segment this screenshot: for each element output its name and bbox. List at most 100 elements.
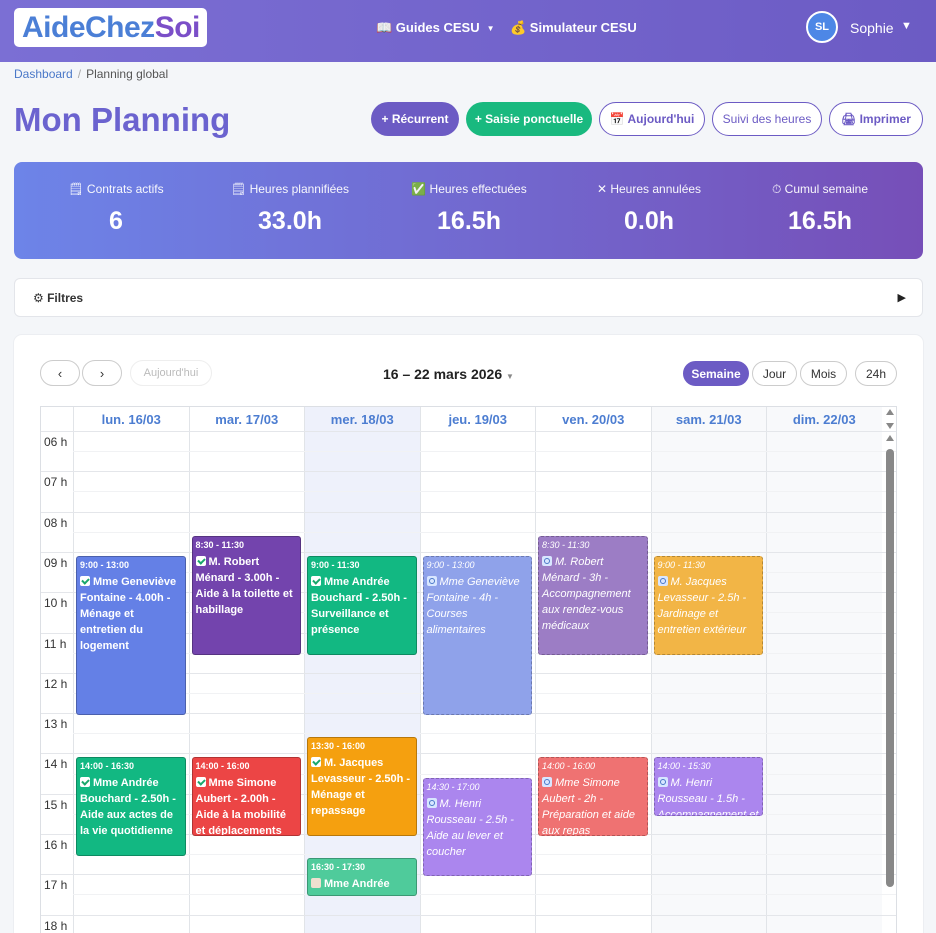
add-recurrent-button[interactable]: + Récurrent (371, 102, 459, 136)
repeat-icon (426, 797, 437, 808)
breadcrumb-dashboard[interactable]: Dashboard (14, 67, 73, 81)
view-jour[interactable]: Jour (752, 361, 797, 386)
chevron-down-icon[interactable]: ▼ (901, 20, 912, 32)
event-description: M. Jacques Levasseur - 2.5h - Jardinage … (657, 574, 760, 638)
event-text: Mme Andrée Bouchard - 1.00h (311, 878, 400, 895)
calendar-event[interactable]: 14:30 - 17:00 M. Henri Rousseau - 2.5h - … (422, 777, 532, 877)
event-text: M. Robert Ménard - 3h - Accompagnement a… (542, 555, 631, 632)
date-range-selector[interactable]: 16 – 22 mars 2026 ▼ (383, 366, 514, 382)
date-range-label: 16 – 22 mars 2026 (383, 366, 503, 382)
calendar-event[interactable]: 14:00 - 16:00 Mme Simone Aubert - 2.00h -… (191, 757, 301, 836)
day-header[interactable]: sam. 21/03 (652, 412, 767, 427)
event-text: Mme Geneviève Fontaine - 4h - Courses al… (426, 575, 520, 636)
day-header[interactable]: mar. 17/03 (190, 412, 305, 427)
event-time: 9:00 - 11:30 (311, 559, 360, 570)
event-text: Mme Andrée Bouchard - 2.50h - Surveillan… (311, 575, 407, 636)
event-text: M. Henri Rousseau - 1.5h - Accompagnemen… (657, 777, 759, 816)
calendar-event[interactable]: 13:30 - 16:00 M. Jacques Levasseur - 2.50… (307, 737, 417, 836)
hour-label: 13 h (44, 717, 68, 732)
next-week-button[interactable]: › (82, 360, 122, 386)
calendar-event[interactable]: 8:30 - 11:30 M. Robert Ménard - 3h - Acco… (538, 535, 648, 655)
calendar-event[interactable]: 9:00 - 11:30 Mme Andrée Bouchard - 2.50h … (307, 555, 417, 655)
event-description: Mme Andrée Bouchard - 2.50h - Aide aux a… (80, 775, 182, 839)
stat-label: ⏱ Cumul semaine (771, 182, 869, 196)
event-text: M. Jacques Levasseur - 2.5h - Jardinage … (657, 575, 747, 636)
hour-label: 18 h (44, 918, 68, 933)
nav-guides-cesu[interactable]: 📖 Guides CESU ▼ (376, 20, 495, 36)
repeat-icon (657, 575, 668, 586)
repeat-icon (542, 777, 552, 788)
calendar-event[interactable]: 8:30 - 11:30 M. Robert Ménard - 3.00h - A… (191, 535, 301, 655)
calendar-event[interactable]: 14:00 - 16:00 Mme Simone Aubert - 2h - Pr… (538, 757, 648, 836)
stat-label: ✅ Heures effectuées (411, 182, 527, 196)
hour-label: 14 h (44, 757, 68, 772)
check-icon (195, 555, 206, 566)
stat-value: 16.5h (788, 207, 852, 235)
day-header[interactable]: mer. 18/03 (305, 412, 420, 427)
event-text: Mme Andrée Bouchard - 2.50h - Aide aux a… (80, 777, 176, 838)
expand-arrow-icon[interactable]: ▶ (898, 291, 906, 304)
hour-label: 07 h (44, 475, 68, 490)
check-icon (80, 777, 90, 788)
calendar-today-button[interactable]: Aujourd'hui (130, 360, 212, 386)
event-description: M. Robert Ménard - 3h - Accompagnement a… (542, 554, 644, 634)
day-header[interactable]: jeu. 19/03 (421, 412, 536, 427)
hour-label: 09 h (44, 555, 68, 570)
day-header[interactable]: dim. 22/03 (767, 412, 882, 427)
event-description: Mme Geneviève Fontaine - 4.00h - Ménage … (80, 574, 182, 654)
hour-label: 12 h (44, 676, 68, 691)
scroll-down-icon[interactable] (886, 423, 894, 429)
scrollbar-thumb[interactable] (886, 449, 894, 887)
repeat-icon (426, 575, 437, 586)
event-time: 14:00 - 16:00 (195, 761, 250, 772)
event-description: Mme Simone Aubert - 2h - Préparation et … (542, 775, 644, 835)
event-time: 16:30 - 17:30 (311, 862, 366, 873)
today-button[interactable]: 📅 Aujourd'hui (599, 102, 705, 136)
hour-label: 10 h (44, 596, 68, 611)
stat-value: 33.0h (258, 207, 322, 235)
hour-label: 16 h (44, 838, 68, 852)
calendar-event[interactable]: 14:00 - 16:30 Mme Andrée Bouchard - 2.50h… (76, 757, 186, 857)
week-grid[interactable]: lun. 16/03 mar. 17/03 mer. 18/03 jeu. 19/03… (40, 406, 897, 933)
nav-simulateur-cesu[interactable]: 💰 Simulateur CESU (510, 20, 637, 36)
user-name[interactable]: Sophie (850, 20, 894, 36)
chevron-down-icon: ▼ (506, 372, 514, 381)
event-description: Mme Andrée Bouchard - 1.00h (311, 876, 413, 895)
event-description: Mme Andrée Bouchard - 2.50h - Surveillan… (311, 574, 413, 638)
view-mois[interactable]: Mois (800, 361, 847, 386)
event-time: 9:00 - 13:00 (426, 559, 475, 570)
day-header[interactable]: lun. 16/03 (74, 412, 189, 427)
suivi-heures-button[interactable]: Suivi des heures (712, 102, 822, 136)
hour-line (41, 551, 896, 553)
hour-label: 08 h (44, 515, 68, 530)
event-text: Mme Geneviève Fontaine - 4.00h - Ménage … (80, 575, 177, 652)
print-button[interactable]: 🖨 Imprimer (829, 102, 923, 136)
event-text: M. Henri Rousseau - 2.5h - Aide au lever… (426, 797, 514, 858)
event-time: 8:30 - 11:30 (195, 539, 245, 550)
calendar-event[interactable]: 9:00 - 13:00 Mme Geneviève Fontaine - 4.0… (76, 555, 186, 716)
hour-line (41, 914, 896, 916)
half-hour-line (73, 531, 896, 533)
add-saisie-button[interactable]: + Saisie ponctuelle (466, 102, 592, 136)
calendar-event[interactable]: 16:30 - 17:30 Mme Andrée Bouchard - 1.00h (307, 858, 417, 897)
calendar-event[interactable]: 14:00 - 15:30 M. Henri Rousseau - 1.5h - … (653, 757, 763, 816)
avatar[interactable]: SL (806, 11, 838, 43)
repeat-icon (542, 555, 552, 566)
brand-logo[interactable]: AideChez Soi (14, 8, 207, 47)
scroll-up-icon[interactable] (886, 435, 894, 441)
day-header[interactable]: ven. 20/03 (536, 412, 651, 427)
check-icon (80, 575, 90, 586)
half-hour-line (73, 451, 896, 453)
filters-panel[interactable]: ⚙ Filtres ▶ (14, 278, 923, 317)
stat-value: 16.5h (437, 207, 501, 235)
calendar-event[interactable]: 9:00 - 11:30 M. Jacques Levasseur - 2.5h … (653, 555, 763, 655)
stat-value: 6 (109, 207, 123, 235)
page-title: Mon Planning (14, 101, 231, 138)
view-24h[interactable]: 24h (855, 361, 897, 386)
brand-text: AideChez (22, 10, 155, 44)
hour-line (41, 753, 896, 755)
prev-week-button[interactable]: ‹ (40, 360, 80, 386)
scroll-up-icon[interactable] (886, 409, 894, 415)
calendar-event[interactable]: 9:00 - 13:00 Mme Geneviève Fontaine - 4h … (422, 555, 532, 716)
view-semaine[interactable]: Semaine (683, 361, 749, 386)
